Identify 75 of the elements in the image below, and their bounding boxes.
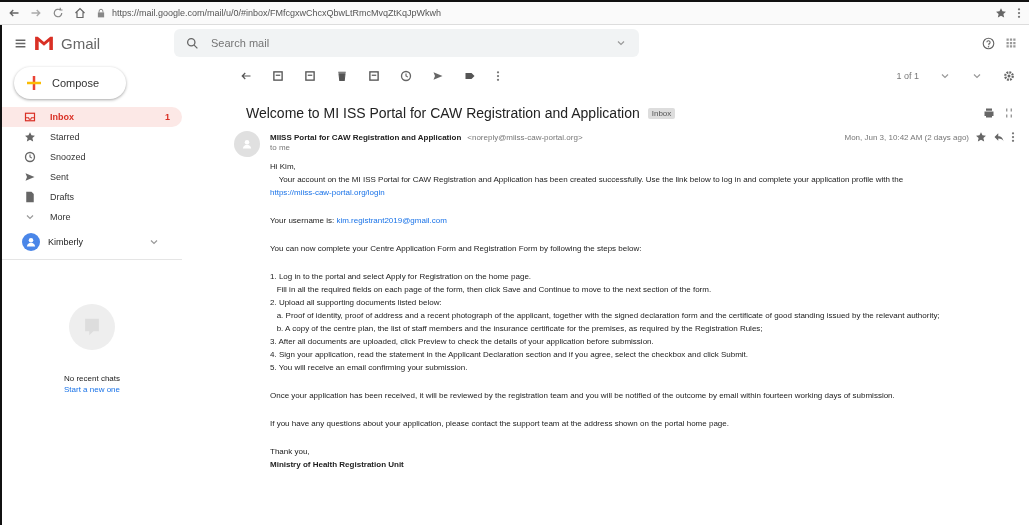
search-button[interactable] [174,29,203,57]
body-text: a. Proof of identity, proof of address and a recent photograph of the applicant, together with the signed declaration form and the certificate of good standing issued by the relevant authority; [275,310,941,322]
send-icon [24,171,36,183]
sender-address: <noreply@miiss-caw-portal.org> [467,132,583,142]
body-text: 3. After all documents are uploaded, click Preview to check the details of your application before submission. [270,336,655,348]
unread-count: 1 [165,112,170,122]
sidebar-item[interactable]: Drafts [2,187,182,207]
body-text: Fill in all the required fields on each page of the form, then click Save and Continue to move to the next section of the form. [275,284,713,296]
body-text: b. A copy of the centre plan, the list of staff members and the insurance certificate for the premises, as required by the Registration Rules; [275,323,764,335]
clock-icon [24,151,36,163]
settings-icon[interactable] [1003,70,1015,82]
email-link[interactable]: kim.registrant2019@gmail.com [336,216,447,225]
account-name: Kimberly [48,237,83,247]
inbox-label[interactable]: Inbox [647,107,676,119]
reply-icon[interactable] [993,131,1005,143]
chat-bubble-icon [69,304,115,350]
apps-icon[interactable] [1005,37,1017,49]
body-text: If you have any questions about your application, please contact the support team at the address shown on the portal home page. [270,418,730,430]
sender-avatar [234,131,260,157]
browser-menu-icon[interactable] [1017,7,1021,19]
recipient-text: to me [270,143,290,152]
sidebar-item[interactable]: Inbox 1 [2,107,182,127]
start-chat-link[interactable]: Start a new one [63,385,120,394]
reload-icon[interactable] [52,7,64,19]
body-text: Your username is: [270,216,336,225]
search-icon [186,36,199,50]
more-icon[interactable] [1011,131,1015,143]
body-text: 2. Upload all supporting documents listed below: [270,297,443,309]
body-text: Once your application has been received, it will be reviewed by the registration team and you will be notified of the outcome by email within fourteen working days of submission. [270,390,896,402]
nav-label: Inbox [50,112,74,122]
snooze-icon[interactable] [400,70,412,82]
lock-icon [96,8,106,18]
address-bar[interactable]: https://mail.google.com/mail/u/0/#inbox/FMfcgxwChcxQbwLtRmcMvqZtKqJpWkwh [112,8,442,18]
pagination-text: 1 of 1 [896,71,919,81]
nav-label: More [50,212,71,222]
email-date: Mon, Jun 3, 10:42 AM (2 days ago) [844,132,969,142]
empty-chats-text: No recent chats [64,374,120,383]
body-text: Your account on the MI ISS Portal for CAW Registration and Application has been created successfully. Use the link below to log in and complete your application profile with the [277,174,905,186]
body-text: 5. You will receive an email confirming your submission. [270,362,469,374]
nav-label: Starred [50,132,80,142]
app-name: Gmail [61,34,101,52]
more-icon[interactable] [496,70,500,82]
compose-button[interactable]: Compose [14,67,126,99]
sidebar-item[interactable]: Snoozed [2,147,182,167]
bookmark-star-icon[interactable] [995,7,1007,19]
nav-label: Drafts [50,192,74,202]
body-text: Hi Kim, [270,161,297,173]
signature-text: Ministry of Health Registration Unit [270,459,405,471]
sidebar-item[interactable]: Sent [2,167,182,187]
email-subject: Welcome to MI ISS Portal for CAW Registration and Application [246,105,640,121]
body-text: 4. Sign your application, read the statement in the Applicant Declaration section and if you agree, select the checkbox and click Submit. [270,349,750,361]
plus-icon [26,75,42,91]
sidebar-item[interactable]: Starred [2,127,182,147]
email-link[interactable]: https://miiss-caw-portal.org/login [270,188,385,197]
body-text: Thank you, [270,446,311,458]
help-icon[interactable] [982,36,995,50]
file-icon [24,191,36,203]
nav-label: Snoozed [50,152,86,162]
nav-label: Sent [50,172,69,182]
gmail-logo[interactable] [33,35,55,51]
inbox-icon [24,111,36,123]
avatar[interactable] [22,233,40,251]
back-icon[interactable] [240,70,252,82]
home-icon[interactable] [74,7,86,19]
sender-name: MIISS Portal for CAW Registration and Application [270,132,462,142]
print-icon[interactable] [983,107,995,119]
sidebar-item[interactable]: More [2,207,182,227]
search-field[interactable]: Search mail [203,29,611,57]
star-icon [24,131,36,143]
star-icon[interactable] [975,131,987,143]
body-text: You can now complete your Centre Application Form and Registration Form by following the steps below: [270,243,643,255]
label-icon[interactable] [464,70,476,82]
back-icon[interactable] [8,7,20,19]
body-text: 1. Log in to the portal and select Apply for Registration on the home page. [270,271,533,283]
delete-icon[interactable] [336,70,348,82]
